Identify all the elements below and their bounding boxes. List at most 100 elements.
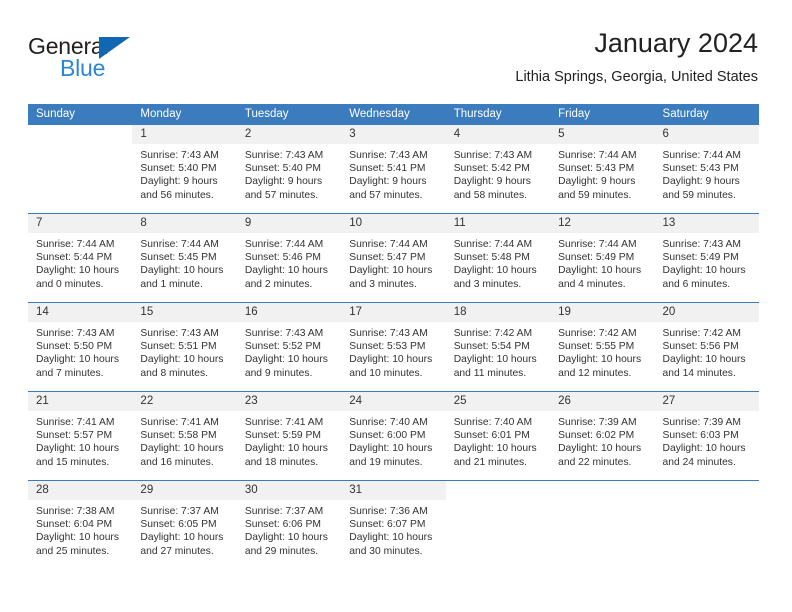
day-info-sunrise: Sunrise: 7:39 AM xyxy=(558,417,637,428)
day-info-sunset: Sunset: 5:46 PM xyxy=(244,252,321,264)
day-info-sunset: Sunset: 5:43 PM xyxy=(558,163,635,175)
day-number: 15 xyxy=(132,303,237,322)
weekday-header-thursday: Thursday xyxy=(445,104,551,125)
day-sun-info: Sunrise: 7:41 AM Sunset: 5:59 PM Daylight:… xyxy=(237,411,341,469)
calendar-day-cell[interactable]: 16 Sunrise: 7:43 AM Sunset: 5:52 PM Dayligh… xyxy=(236,302,342,392)
day-info-sunrise: Sunrise: 7:43 AM xyxy=(244,150,324,161)
day-info-daylight-2: and 10 minutes. xyxy=(349,367,423,379)
day-info-sunrise: Sunrise: 7:38 AM xyxy=(36,506,115,517)
logo-text-blue: Blue xyxy=(60,55,106,81)
day-sun-info: Sunrise: 7:40 AM Sunset: 6:01 PM Daylight:… xyxy=(446,411,550,469)
day-number: 22 xyxy=(132,392,237,411)
calendar-day-cell[interactable]: 11 Sunrise: 7:44 AM Sunset: 5:48 PM Dayligh… xyxy=(445,213,551,303)
calendar-day-cell[interactable]: 28 Sunrise: 7:38 AM Sunset: 6:04 PM Dayligh… xyxy=(28,480,133,569)
calendar-day-cell[interactable]: 21 Sunrise: 7:41 AM Sunset: 5:57 PM Dayligh… xyxy=(28,391,133,481)
day-number: 9 xyxy=(236,214,342,233)
day-sun-info: Sunrise: 7:41 AM Sunset: 5:57 PM Daylight:… xyxy=(28,411,132,469)
calendar-day-cell[interactable]: 7 Sunrise: 7:44 AM Sunset: 5:44 PM Daylight… xyxy=(28,213,133,303)
day-sun-info: Sunrise: 7:43 AM Sunset: 5:40 PM Daylight:… xyxy=(237,144,341,202)
day-number: 23 xyxy=(236,392,342,411)
day-info-daylight-1: Daylight: 10 hours xyxy=(349,443,433,455)
day-number: 19 xyxy=(550,303,655,322)
day-info-sunset: Sunset: 5:56 PM xyxy=(662,341,739,353)
day-info-sunset: Sunset: 5:47 PM xyxy=(349,252,426,264)
day-info-daylight-2: and 25 minutes. xyxy=(36,545,110,557)
day-sun-info: Sunrise: 7:42 AM Sunset: 5:55 PM Daylight:… xyxy=(550,322,654,380)
day-info-daylight-2: and 15 minutes. xyxy=(36,456,110,468)
day-info-daylight-2: and 14 minutes. xyxy=(662,367,736,379)
day-number: 18 xyxy=(445,303,551,322)
day-info-sunset: Sunset: 5:50 PM xyxy=(36,341,113,353)
day-info-daylight-2: and 59 minutes. xyxy=(662,189,736,201)
calendar-week-row: 7 Sunrise: 7:44 AM Sunset: 5:44 PM Daylight… xyxy=(28,213,759,303)
day-info-daylight-1: Daylight: 10 hours xyxy=(558,265,642,277)
calendar-day-cell[interactable]: 2 Sunrise: 7:43 AM Sunset: 5:40 PM Daylight… xyxy=(236,125,342,214)
day-info-daylight-2: and 0 minutes. xyxy=(36,278,104,290)
day-number: 3 xyxy=(341,125,446,144)
day-sun-info: Sunrise: 7:43 AM Sunset: 5:53 PM Daylight:… xyxy=(341,322,445,380)
calendar-day-cell[interactable]: 29 Sunrise: 7:37 AM Sunset: 6:05 PM Dayligh… xyxy=(132,480,237,569)
day-number: 17 xyxy=(341,303,446,322)
day-sun-info: Sunrise: 7:37 AM Sunset: 6:05 PM Daylight:… xyxy=(132,500,236,558)
day-info-sunrise: Sunrise: 7:44 AM xyxy=(662,150,741,161)
calendar-day-cell[interactable]: 15 Sunrise: 7:43 AM Sunset: 5:51 PM Dayligh… xyxy=(132,302,237,392)
weekday-header-monday: Monday xyxy=(132,104,237,125)
day-sun-info: Sunrise: 7:43 AM Sunset: 5:50 PM Daylight:… xyxy=(28,322,132,380)
calendar-day-cell[interactable]: 4 Sunrise: 7:43 AM Sunset: 5:42 PM Daylight… xyxy=(445,125,551,214)
calendar-day-cell[interactable]: 6 Sunrise: 7:44 AM Sunset: 5:43 PM Daylight… xyxy=(654,125,759,214)
day-info-daylight-1: Daylight: 10 hours xyxy=(244,265,328,277)
day-number: 7 xyxy=(28,214,133,233)
calendar-day-cell[interactable]: 27 Sunrise: 7:39 AM Sunset: 6:03 PM Dayligh… xyxy=(654,391,759,481)
day-info-daylight-2: and 2 minutes. xyxy=(244,278,313,290)
calendar-day-cell[interactable]: 12 Sunrise: 7:44 AM Sunset: 5:49 PM Dayligh… xyxy=(550,213,655,303)
day-sun-info: Sunrise: 7:44 AM Sunset: 5:48 PM Daylight:… xyxy=(446,233,550,291)
title-block: January 2024 Lithia Springs, Georgia, Un… xyxy=(515,26,758,88)
day-info-sunrise: Sunrise: 7:43 AM xyxy=(140,150,219,161)
calendar-day-cell[interactable]: 9 Sunrise: 7:44 AM Sunset: 5:46 PM Daylight… xyxy=(236,213,342,303)
day-number: 8 xyxy=(132,214,237,233)
calendar-day-cell[interactable]: 3 Sunrise: 7:43 AM Sunset: 5:41 PM Daylight… xyxy=(341,125,446,214)
calendar-day-cell[interactable]: 30 Sunrise: 7:37 AM Sunset: 6:06 PM Dayligh… xyxy=(236,480,342,569)
calendar-day-cell[interactable]: 22 Sunrise: 7:41 AM Sunset: 5:58 PM Dayligh… xyxy=(132,391,237,481)
day-info-daylight-1: Daylight: 10 hours xyxy=(140,265,224,277)
day-info-daylight-2: and 8 minutes. xyxy=(140,367,208,379)
day-info-daylight-2: and 58 minutes. xyxy=(453,189,527,201)
day-info-sunset: Sunset: 6:05 PM xyxy=(140,519,217,531)
calendar-day-cell[interactable]: 8 Sunrise: 7:44 AM Sunset: 5:45 PM Daylight… xyxy=(132,213,237,303)
calendar-page: General Blue January 2024 Lithia Springs… xyxy=(0,0,792,612)
calendar-day-cell[interactable]: 26 Sunrise: 7:39 AM Sunset: 6:02 PM Dayligh… xyxy=(550,391,655,481)
day-info-sunset: Sunset: 5:58 PM xyxy=(140,430,217,442)
day-info-sunrise: Sunrise: 7:41 AM xyxy=(36,417,115,428)
calendar-day-cell[interactable]: 19 Sunrise: 7:42 AM Sunset: 5:55 PM Dayligh… xyxy=(550,302,655,392)
calendar-day-cell[interactable]: 1 Sunrise: 7:43 AM Sunset: 5:40 PM Daylight… xyxy=(132,125,237,214)
day-info-daylight-1: Daylight: 10 hours xyxy=(36,265,119,277)
day-info-daylight-1: Daylight: 9 hours xyxy=(662,176,740,188)
calendar-day-cell[interactable]: 18 Sunrise: 7:42 AM Sunset: 5:54 PM Dayligh… xyxy=(445,302,551,392)
day-number: 5 xyxy=(550,125,655,144)
day-sun-info: Sunrise: 7:44 AM Sunset: 5:45 PM Daylight:… xyxy=(132,233,236,291)
calendar-day-cell[interactable]: 13 Sunrise: 7:43 AM Sunset: 5:49 PM Dayligh… xyxy=(654,213,759,303)
day-sun-info: Sunrise: 7:44 AM Sunset: 5:43 PM Daylight:… xyxy=(550,144,654,202)
calendar-day-cell[interactable]: 5 Sunrise: 7:44 AM Sunset: 5:43 PM Daylight… xyxy=(550,125,655,214)
calendar-day-cell[interactable]: 20 Sunrise: 7:42 AM Sunset: 5:56 PM Dayligh… xyxy=(654,302,759,392)
calendar-day-cell[interactable]: 10 Sunrise: 7:44 AM Sunset: 5:47 PM Dayligh… xyxy=(341,213,446,303)
calendar-day-cell[interactable]: 25 Sunrise: 7:40 AM Sunset: 6:01 PM Dayligh… xyxy=(445,391,551,481)
day-sun-info: Sunrise: 7:42 AM Sunset: 5:56 PM Daylight:… xyxy=(655,322,759,380)
day-info-daylight-2: and 57 minutes. xyxy=(244,189,319,201)
day-info-sunset: Sunset: 5:45 PM xyxy=(140,252,217,264)
day-info-daylight-1: Daylight: 10 hours xyxy=(453,443,537,455)
day-info-sunset: Sunset: 6:07 PM xyxy=(349,519,426,531)
day-sun-info: Sunrise: 7:41 AM Sunset: 5:58 PM Daylight:… xyxy=(132,411,236,469)
day-info-sunrise: Sunrise: 7:43 AM xyxy=(453,150,533,161)
calendar-day-cell[interactable]: 23 Sunrise: 7:41 AM Sunset: 5:59 PM Dayligh… xyxy=(236,391,342,481)
calendar-day-cell[interactable]: 24 Sunrise: 7:40 AM Sunset: 6:00 PM Dayligh… xyxy=(341,391,446,481)
day-info-sunset: Sunset: 6:04 PM xyxy=(36,519,113,531)
day-info-sunset: Sunset: 5:43 PM xyxy=(662,163,739,175)
day-info-daylight-1: Daylight: 10 hours xyxy=(662,354,746,366)
day-info-daylight-2: and 24 minutes. xyxy=(662,456,736,468)
day-info-sunset: Sunset: 5:54 PM xyxy=(453,341,530,353)
calendar-day-cell[interactable]: 17 Sunrise: 7:43 AM Sunset: 5:53 PM Dayligh… xyxy=(341,302,446,392)
day-info-sunrise: Sunrise: 7:40 AM xyxy=(349,417,428,428)
calendar-day-cell[interactable]: 31 Sunrise: 7:36 AM Sunset: 6:07 PM Dayligh… xyxy=(341,480,446,569)
calendar-day-cell[interactable]: 14 Sunrise: 7:43 AM Sunset: 5:50 PM Dayligh… xyxy=(28,302,133,392)
